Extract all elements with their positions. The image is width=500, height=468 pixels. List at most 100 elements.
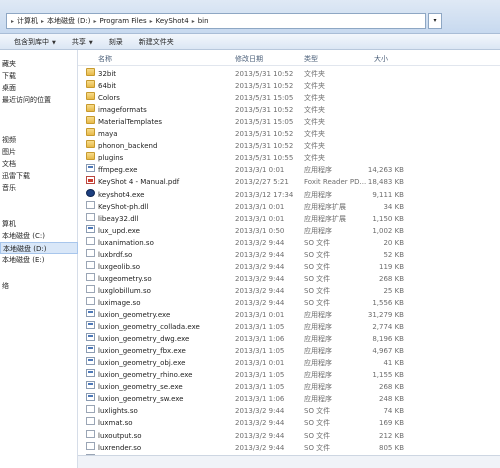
application-icon: [86, 333, 95, 342]
file-row[interactable]: luxion_geometry_obj.exe 2013/3/1 0:01 应用程序…: [78, 357, 500, 369]
file-row[interactable]: KeyShot 4 - Manual.pdf 2013/2/27 5:21 Foxi…: [78, 176, 500, 188]
file-row[interactable]: luxion_geometry_se.exe 2013/3/1 1:05 应用程序 2…: [78, 381, 500, 393]
nav-item-thunder-downloads[interactable]: 迅雷下载: [0, 170, 78, 182]
file-type: SO 文件: [304, 250, 331, 259]
keyshot-app-icon: [86, 188, 95, 197]
file-row[interactable]: luxgeometry.so 2013/3/2 9:44 SO 文件 268 KB: [78, 272, 500, 285]
share-button[interactable]: 共享 ▼: [64, 37, 101, 47]
application-icon: [86, 321, 95, 330]
nav-item-pictures[interactable]: 图片: [0, 146, 78, 158]
file-row[interactable]: plugins 2013/5/31 10:55 文件夹: [78, 152, 500, 164]
breadcrumb-bin[interactable]: bin: [198, 17, 209, 25]
include-library-label: 包含到库中: [14, 37, 49, 46]
chevron-right-icon[interactable]: ▸: [192, 18, 195, 25]
file-row[interactable]: maya 2013/5/31 10:52 文件夹: [78, 128, 500, 140]
address-dropdown-button[interactable]: ▾: [428, 13, 442, 29]
file-type: 应用程序: [304, 166, 332, 175]
file-size: 248 KB: [379, 395, 404, 404]
file-size: 119 KB: [379, 262, 404, 271]
file-type: SO 文件: [304, 419, 331, 428]
new-folder-button[interactable]: 新建文件夹: [131, 37, 182, 47]
file-type: SO 文件: [304, 407, 331, 416]
file-row[interactable]: phonon_backend 2013/5/31 10:52 文件夹: [78, 140, 500, 152]
folder-icon: [86, 68, 95, 76]
file-type: SO 文件: [304, 274, 331, 283]
column-header-date[interactable]: 修改日期: [235, 54, 263, 64]
nav-item-drive-c[interactable]: 本地磁盘 (C:): [0, 230, 78, 242]
file-row[interactable]: luxoutput.so 2013/3/2 9:44 SO 文件 212 KB: [78, 429, 500, 442]
file-row[interactable]: libeay32.dll 2013/3/1 0:01 应用程序扩展 1,150 KB: [78, 212, 500, 225]
nav-item-favorites[interactable]: 藏夹: [0, 58, 78, 70]
file-row[interactable]: ffmpeg.exe 2013/3/1 0:01 应用程序 14,263 KB: [78, 164, 500, 176]
nav-item-music[interactable]: 音乐: [0, 182, 78, 194]
file-date: 2013/3/2 9:44: [235, 431, 285, 440]
file-row[interactable]: luxion_geometry_fbx.exe 2013/3/1 1:05 应用程序…: [78, 345, 500, 357]
file-row[interactable]: luxion_geometry_dwg.exe 2013/3/1 1:06 应用程序…: [78, 333, 500, 345]
file-row[interactable]: luxion_geometry_sw.exe 2013/3/1 1:06 应用程序 2…: [78, 393, 500, 405]
file-row[interactable]: luxlights.so 2013/3/2 9:44 SO 文件 74 KB: [78, 405, 500, 417]
file-icon: [86, 212, 95, 221]
file-date: 2013/3/1 1:05: [235, 371, 285, 380]
column-header-size[interactable]: 大小: [374, 54, 388, 64]
chevron-right-icon[interactable]: ▸: [150, 18, 153, 25]
breadcrumb-keyshot[interactable]: KeyShot4: [156, 17, 189, 25]
file-row[interactable]: luxmat.so 2013/3/2 9:44 SO 文件 169 KB: [78, 417, 500, 429]
address-box[interactable]: ▸ 计算机 ▸ 本地磁盘 (D:) ▸ Program Files ▸ KeyS…: [6, 13, 426, 29]
chevron-right-icon[interactable]: ▸: [93, 18, 96, 25]
file-row[interactable]: KeyShot-ph.dll 2013/3/1 0:01 应用程序扩展 34 KB: [78, 200, 500, 213]
nav-item-videos[interactable]: 视频: [0, 134, 78, 146]
file-row[interactable]: luxglobillum.so 2013/3/2 9:44 SO 文件 25 KB: [78, 284, 500, 297]
file-row[interactable]: luxion_geometry.exe 2013/3/1 0:01 应用程序 31,2…: [78, 309, 500, 321]
chevron-right-icon[interactable]: ▸: [41, 18, 44, 25]
file-row[interactable]: luximage.so 2013/3/2 9:44 SO 文件 1,556 KB: [78, 296, 500, 309]
file-row[interactable]: lux_upd.exe 2013/3/1 0:50 应用程序 1,002 KB: [78, 224, 500, 237]
column-header-name[interactable]: 名称: [98, 54, 112, 64]
file-row[interactable]: 64bit 2013/5/31 10:52 文件夹: [78, 80, 500, 92]
breadcrumb-drive[interactable]: 本地磁盘 (D:): [47, 16, 90, 26]
file-row[interactable]: luxion_geometry_collada.exe 2013/3/1 1:05…: [78, 321, 500, 333]
file-date: 2013/3/12 17:34: [235, 190, 294, 199]
file-date: 2013/3/1 0:01: [235, 214, 285, 223]
file-date: 2013/3/2 9:44: [235, 443, 285, 452]
file-row[interactable]: luxbrdf.so 2013/3/2 9:44 SO 文件 52 KB: [78, 248, 500, 261]
file-row[interactable]: luxgeolib.so 2013/3/2 9:44 SO 文件 119 KB: [78, 260, 500, 273]
file-row[interactable]: keyshot4.exe 2013/3/12 17:34 应用程序 9,111 KB: [78, 188, 500, 201]
chevron-down-icon: ▼: [52, 39, 56, 46]
breadcrumb-program-files[interactable]: Program Files: [99, 17, 146, 25]
file-size: 268 KB: [379, 383, 404, 392]
file-row[interactable]: imageformats 2013/5/31 10:52 文件夹: [78, 104, 500, 116]
nav-item-drive-d[interactable]: 本地磁盘 (D:): [0, 242, 78, 254]
file-icon: [86, 296, 95, 305]
file-date: 2013/3/1 0:01: [235, 202, 285, 211]
file-type: 应用程序: [304, 226, 332, 235]
nav-item-network[interactable]: 络: [0, 280, 78, 292]
nav-item-recent[interactable]: 最近访问的位置: [0, 94, 78, 106]
nav-item-drive-e[interactable]: 本地磁盘 (E:): [0, 254, 78, 266]
file-name: luxion_geometry_collada.exe: [98, 323, 200, 332]
file-row[interactable]: luxanimation.so 2013/3/2 9:44 SO 文件 20 KB: [78, 236, 500, 249]
nav-item-computer[interactable]: 算机: [0, 218, 78, 230]
burn-button[interactable]: 刻录: [101, 37, 131, 47]
file-name: luxglobillum.so: [98, 286, 151, 295]
file-row[interactable]: luxrender.so 2013/3/2 9:44 SO 文件 805 KB: [78, 441, 500, 454]
file-row[interactable]: Colors 2013/5/31 15:05 文件夹: [78, 92, 500, 104]
file-date: 2013/5/31 10:52: [235, 82, 294, 91]
file-row[interactable]: luxion_geometry_rhino.exe 2013/3/1 1:05 应用…: [78, 369, 500, 381]
file-name: phonon_backend: [98, 142, 158, 151]
file-name: MaterialTemplates: [98, 118, 163, 127]
include-library-button[interactable]: 包含到库中 ▼: [6, 37, 64, 47]
file-size: 18,483 KB: [367, 178, 404, 187]
file-name: luxgeolib.so: [98, 262, 141, 271]
column-header-type[interactable]: 类型: [304, 54, 318, 64]
nav-item-desktop[interactable]: 桌面: [0, 82, 78, 94]
file-date: 2013/3/1 0:01: [235, 166, 285, 175]
file-type: 应用程序: [304, 383, 332, 392]
file-size: 2,774 KB: [372, 323, 404, 332]
file-row[interactable]: 32bit 2013/5/31 10:52 文件夹: [78, 68, 500, 80]
file-name: luxion_geometry_se.exe: [98, 383, 183, 392]
nav-item-downloads[interactable]: 下载: [0, 70, 78, 82]
file-date: 2013/3/2 9:44: [235, 262, 285, 271]
file-row[interactable]: MaterialTemplates 2013/5/31 15:05 文件夹: [78, 116, 500, 128]
breadcrumb-computer[interactable]: 计算机: [17, 16, 38, 26]
nav-item-documents[interactable]: 文档: [0, 158, 78, 170]
